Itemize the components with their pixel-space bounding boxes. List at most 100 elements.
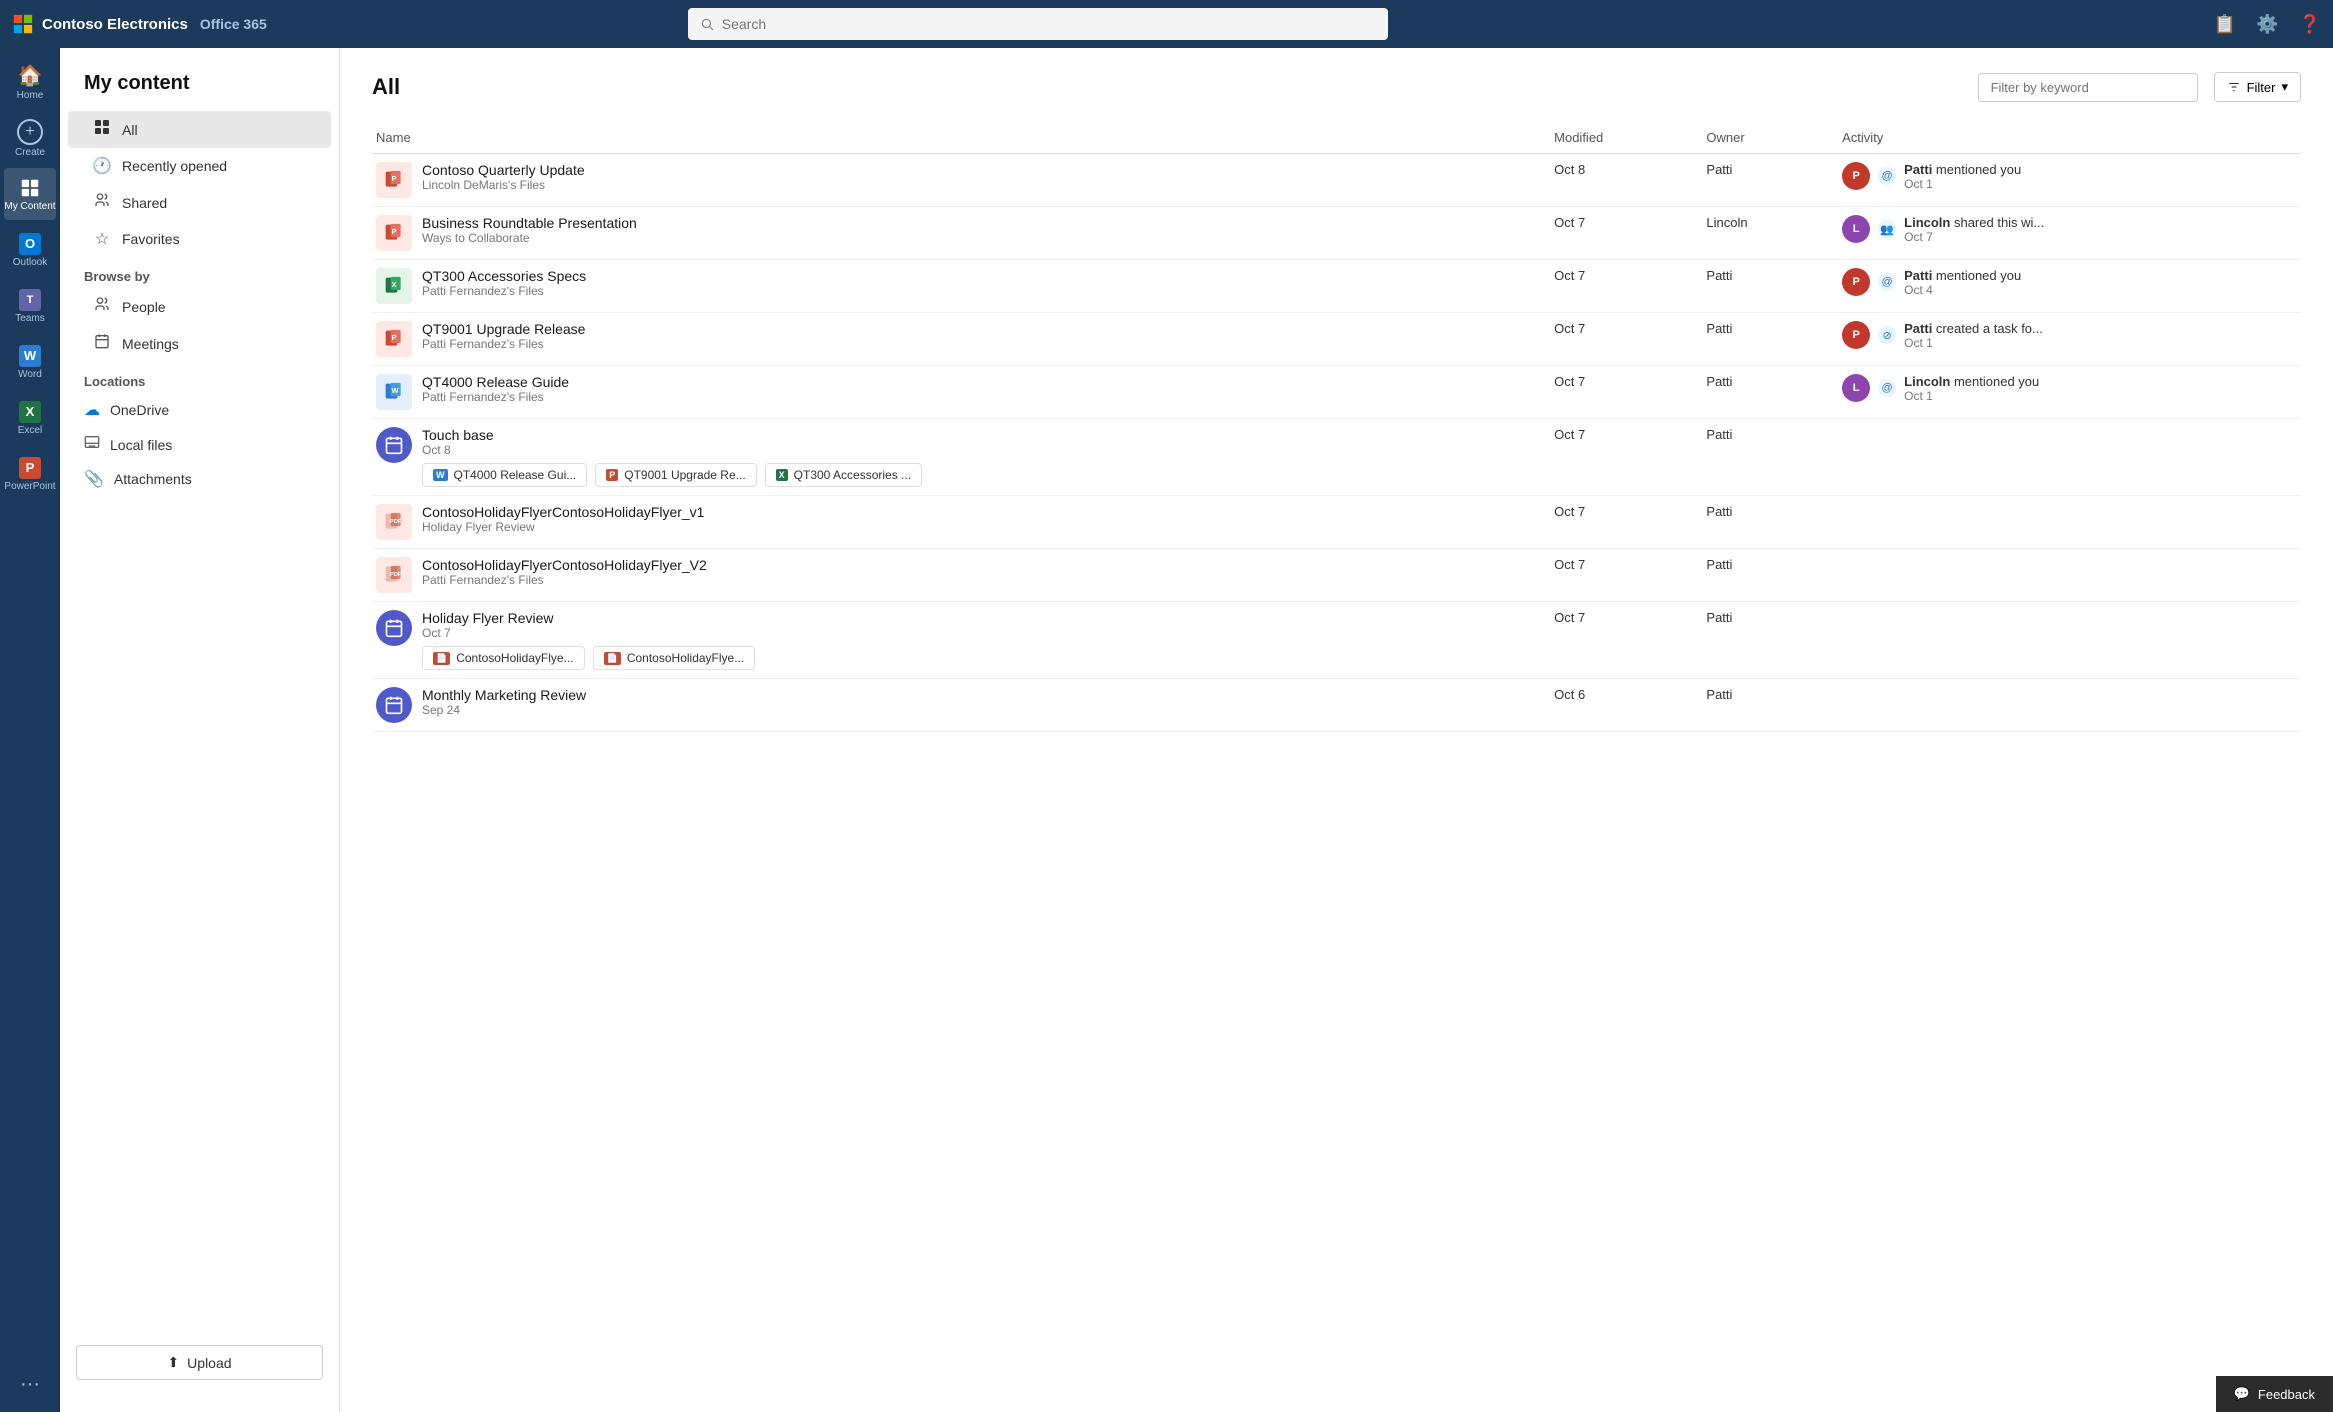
filter-keyword-input[interactable] — [1978, 73, 2198, 102]
sidebar-item-favorites[interactable]: ☆ Favorites — [68, 221, 331, 257]
help-icon[interactable]: ❓ — [2299, 14, 2321, 35]
table-row[interactable]: X QT300 Accessories Specs Patti Fernande… — [372, 260, 2301, 313]
rail-create-label: Create — [15, 147, 45, 158]
sidebar-title: My content — [60, 64, 339, 111]
file-name: Touch base — [422, 427, 922, 443]
rail-item-home[interactable]: 🏠 Home — [4, 56, 56, 108]
settings-icon[interactable]: ⚙️ — [2256, 14, 2278, 35]
file-name: Business Roundtable Presentation — [422, 215, 637, 231]
related-chip-label: QT9001 Upgrade Re... — [624, 468, 745, 482]
file-name: ContosoHolidayFlyerContosoHolidayFlyer_V… — [422, 557, 707, 573]
sidebar-item-onedrive[interactable]: ☁ OneDrive — [60, 393, 339, 427]
file-sub: Oct 7 — [422, 626, 755, 640]
col-modified: Modified — [1542, 122, 1694, 154]
all-label: All — [122, 122, 138, 138]
file-name: Holiday Flyer Review — [422, 610, 755, 626]
file-name-cell: Monthly Marketing Review Sep 24 — [372, 679, 1542, 732]
table-row[interactable]: PDF ContosoHolidayFlyerContosoHolidayFly… — [372, 549, 2301, 602]
table-row[interactable]: Holiday Flyer Review Oct 7 📄ContosoHolid… — [372, 602, 2301, 679]
create-icon: + — [17, 119, 43, 145]
file-name: ContosoHolidayFlyerContosoHolidayFlyer_v… — [422, 504, 704, 520]
avatar: P — [1842, 162, 1870, 190]
table-row[interactable]: P Business Roundtable Presentation Ways … — [372, 207, 2301, 260]
table-row[interactable]: P Contoso Quarterly Update Lincoln DeMar… — [372, 154, 2301, 207]
search-input[interactable] — [722, 16, 1376, 32]
activity-cell: P @ Patti mentioned you Oct 4 — [1842, 268, 2289, 297]
table-row[interactable]: P QT9001 Upgrade Release Patti Fernandez… — [372, 313, 2301, 366]
sidebar-item-meetings[interactable]: Meetings — [68, 325, 331, 362]
onedrive-label: OneDrive — [110, 402, 169, 418]
feedback-button[interactable]: 💬 Feedback — [2216, 1376, 2333, 1412]
main-content: All Filter ▾ Name Modified Owner Activit… — [340, 48, 2333, 1412]
rail-home-label: Home — [17, 90, 44, 101]
activity-badge: 👥 — [1878, 220, 1896, 238]
recently-label: Recently opened — [122, 158, 227, 174]
file-name-cell: P QT9001 Upgrade Release Patti Fernandez… — [372, 313, 1542, 366]
file-sub: Sep 24 — [422, 703, 586, 717]
powerpoint-icon: P — [19, 457, 41, 479]
rail-item-mycontent[interactable]: My Content — [4, 168, 56, 220]
file-name: QT9001 Upgrade Release — [422, 321, 585, 337]
table-row[interactable]: W QT4000 Release Guide Patti Fernandez's… — [372, 366, 2301, 419]
filter-button[interactable]: Filter ▾ — [2214, 72, 2301, 102]
rail-item-create[interactable]: + Create — [4, 112, 56, 164]
table-row[interactable]: Monthly Marketing Review Sep 24 Oct 6Pat… — [372, 679, 2301, 732]
activity-date: Oct 7 — [1904, 230, 2044, 244]
file-owner: Patti — [1694, 154, 1830, 207]
file-sub: Oct 8 — [422, 443, 922, 457]
rail-item-excel[interactable]: X Excel — [4, 392, 56, 444]
file-owner: Patti — [1694, 419, 1830, 496]
meetings-icon — [92, 333, 112, 354]
pdf-file-icon: PDF — [376, 504, 412, 540]
sidebar-item-shared[interactable]: Shared — [68, 184, 331, 221]
related-chip[interactable]: WQT4000 Release Gui... — [422, 463, 587, 487]
feedback-label: Feedback — [2258, 1387, 2315, 1402]
file-sub: Patti Fernandez's Files — [422, 337, 585, 351]
app-logo[interactable]: Contoso Electronics Office 365 — [12, 13, 267, 35]
rail-more-button[interactable]: ··· — [12, 1365, 48, 1404]
sidebar-item-local[interactable]: Local files — [60, 427, 339, 462]
sidebar-item-people[interactable]: People — [68, 288, 331, 325]
rail-item-powerpoint[interactable]: P PowerPoint — [4, 448, 56, 500]
activity-date: Oct 4 — [1904, 283, 2021, 297]
related-chip[interactable]: 📄ContosoHolidayFlye... — [593, 646, 756, 670]
activity-text: Lincoln shared this wi... — [1904, 215, 2044, 230]
related-chip[interactable]: XQT300 Accessories ... — [765, 463, 922, 487]
related-chip-label: ContosoHolidayFlye... — [627, 651, 744, 665]
sidebar-item-attachments[interactable]: 📎 Attachments — [60, 462, 339, 496]
feedback-chat-icon: 💬 — [2234, 1386, 2250, 1402]
meetings-label: Meetings — [122, 336, 179, 352]
app-name: Contoso Electronics — [42, 16, 188, 33]
sidebar-item-all[interactable]: All — [68, 111, 331, 148]
file-modified: Oct 7 — [1542, 260, 1694, 313]
attachments-icon: 📎 — [84, 469, 104, 489]
feedback-icon[interactable]: 📋 — [2214, 14, 2236, 35]
table-row[interactable]: Touch base Oct 8 WQT4000 Release Gui... P… — [372, 419, 2301, 496]
ppt-file-icon: P — [376, 162, 412, 198]
related-chip[interactable]: 📄ContosoHolidayFlye... — [422, 646, 585, 670]
file-activity-cell: L @ Lincoln mentioned you Oct 1 — [1830, 366, 2301, 419]
col-name: Name — [372, 122, 1542, 154]
filter-chevron: ▾ — [2281, 79, 2288, 95]
search-bar[interactable] — [688, 8, 1388, 40]
activity-badge: @ — [1878, 273, 1896, 291]
file-modified: Oct 7 — [1542, 366, 1694, 419]
upload-button[interactable]: ⬆ Upload — [76, 1345, 323, 1380]
sidebar-item-recently[interactable]: 🕐 Recently opened — [68, 148, 331, 184]
file-name-cell: Touch base Oct 8 WQT4000 Release Gui... P… — [372, 419, 1542, 496]
file-modified: Oct 8 — [1542, 154, 1694, 207]
sidebar-footer: ⬆ Upload — [60, 1329, 339, 1396]
shared-label: Shared — [122, 195, 167, 211]
related-chip-label: QT300 Accessories ... — [794, 468, 911, 482]
people-icon — [92, 296, 112, 317]
table-row[interactable]: PDF ContosoHolidayFlyerContosoHolidayFly… — [372, 496, 2301, 549]
rail-item-outlook[interactable]: O Outlook — [4, 224, 56, 276]
related-chip[interactable]: PQT9001 Upgrade Re... — [595, 463, 756, 487]
rail-item-teams[interactable]: T Teams — [4, 280, 56, 332]
content-title: All — [372, 74, 1962, 100]
avatar: P — [1842, 321, 1870, 349]
file-name: Monthly Marketing Review — [422, 687, 586, 703]
activity-cell: P ⊘ Patti created a task fo... Oct 1 — [1842, 321, 2289, 350]
sidebar-nav: All 🕐 Recently opened Shared — [60, 111, 339, 257]
rail-item-word[interactable]: W Word — [4, 336, 56, 388]
